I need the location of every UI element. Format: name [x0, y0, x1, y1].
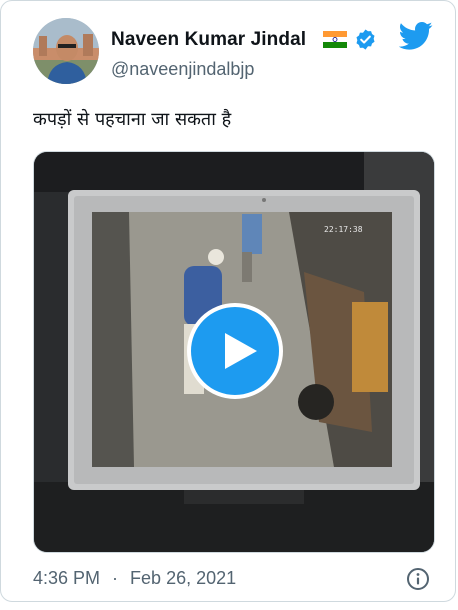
author-handle[interactable]: @naveenjindalbjp: [111, 59, 254, 80]
tweet-date[interactable]: Feb 26, 2021: [130, 568, 236, 588]
play-icon: [225, 333, 257, 369]
author-display-name[interactable]: Naveen Kumar Jindal: [111, 29, 306, 51]
cctv-timestamp: 22:17:38: [324, 225, 363, 234]
tweet-card[interactable]: Naveen Kumar Jindal @naveenjindalbjp कपड…: [0, 0, 456, 602]
verified-badge-icon: [356, 29, 375, 50]
meta-separator: ·: [112, 568, 119, 588]
play-button[interactable]: [187, 303, 283, 399]
tweet-text: कपड़ों से पहचाना जा सकता है: [33, 109, 232, 130]
tweet-time[interactable]: 4:36 PM: [33, 568, 100, 588]
twitter-bird-icon[interactable]: [399, 21, 433, 51]
avatar[interactable]: [33, 18, 99, 84]
info-icon[interactable]: [406, 567, 430, 591]
india-flag-icon: [323, 31, 347, 48]
tweet-meta: 4:36 PM · Feb 26, 2021: [33, 568, 236, 589]
